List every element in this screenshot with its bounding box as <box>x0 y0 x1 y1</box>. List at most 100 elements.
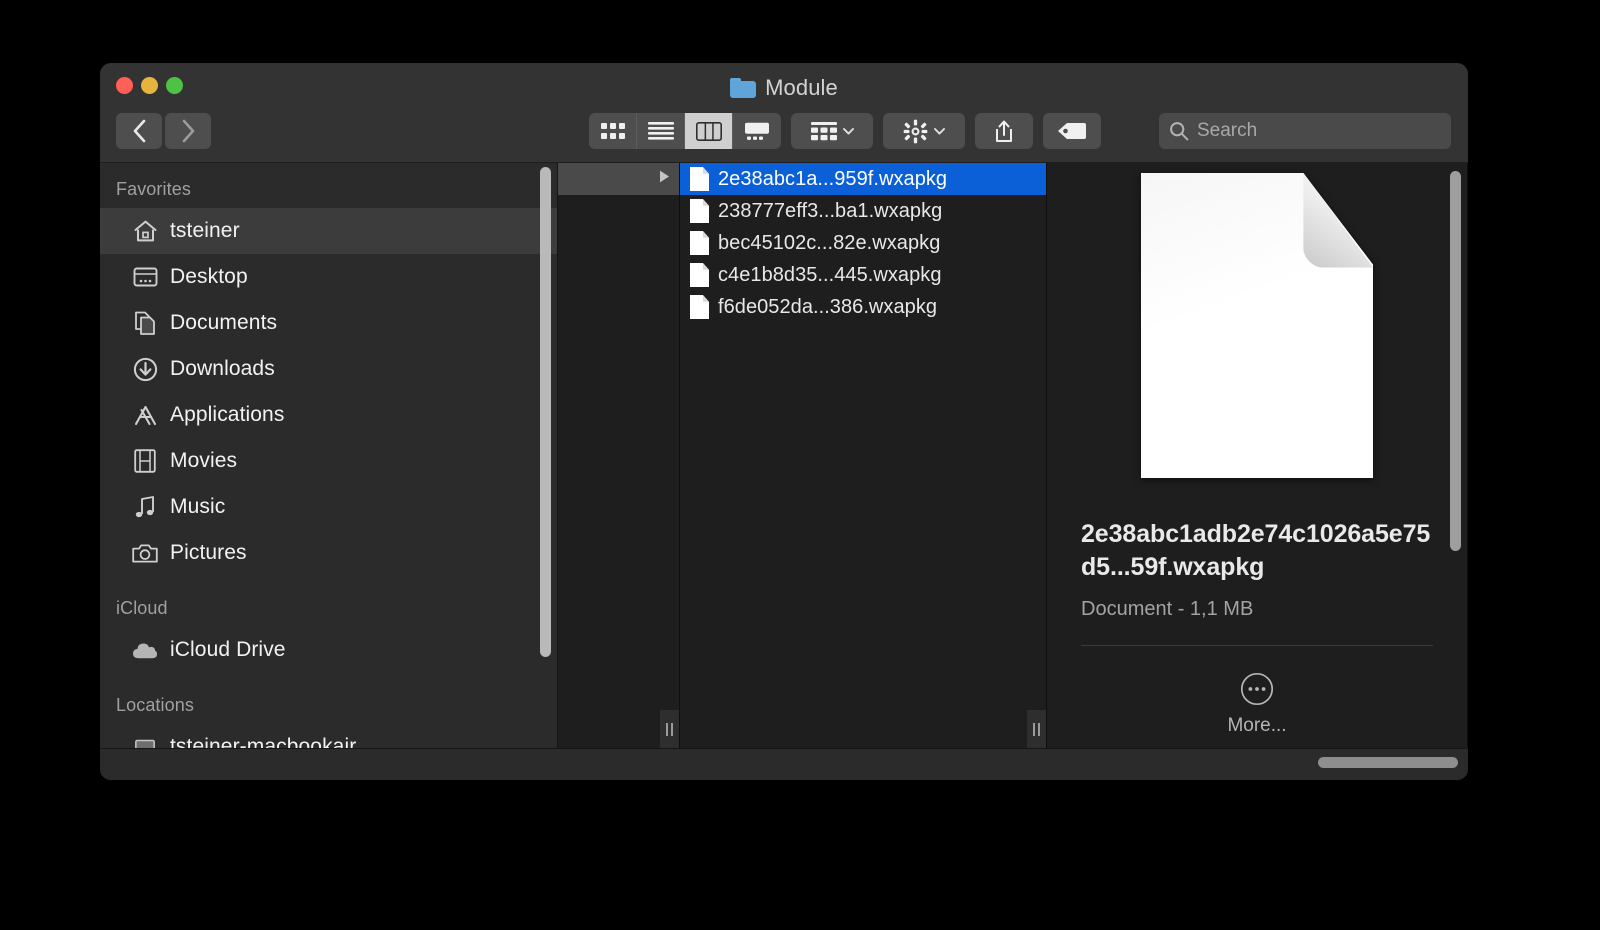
chevron-down-icon <box>934 128 945 135</box>
sidebar: Favorites tsteiner <box>100 163 558 748</box>
close-button[interactable] <box>116 77 133 94</box>
sidebar-item-label: Movies <box>170 449 237 473</box>
sidebar-item-label: Desktop <box>170 265 248 289</box>
column-resize-handle[interactable] <box>660 710 679 748</box>
preview-icon-container <box>1081 163 1433 478</box>
document-icon <box>690 231 709 255</box>
sidebar-item-documents[interactable]: Documents <box>100 300 557 346</box>
bottom-bar <box>100 748 1468 780</box>
parent-column-row[interactable] <box>558 163 679 195</box>
document-icon <box>690 167 709 191</box>
horizontal-scrollbar[interactable] <box>1318 757 1458 768</box>
downloads-icon <box>132 356 158 382</box>
sidebar-item-label: Downloads <box>170 357 275 381</box>
window-body: Favorites tsteiner <box>100 163 1468 748</box>
toolbar-center-group: Search <box>589 113 1451 149</box>
file-row[interactable]: 238777eff3...ba1.wxapkg <box>680 195 1046 227</box>
file-column: 2e38abc1a...959f.wxapkg 238777eff3...ba1… <box>680 163 1047 748</box>
tags-button[interactable] <box>1043 113 1101 149</box>
file-name: 238777eff3...ba1.wxapkg <box>718 200 942 223</box>
page-title: Module <box>765 75 838 101</box>
column-view-button[interactable] <box>685 113 733 149</box>
tag-icon <box>1058 122 1086 140</box>
columns-icon <box>696 122 722 141</box>
sidebar-item-icloud-drive[interactable]: iCloud Drive <box>100 627 557 673</box>
sidebar-item-label: Music <box>170 495 225 519</box>
document-icon <box>690 295 709 319</box>
sidebar-item-tsteiner[interactable]: tsteiner <box>100 208 557 254</box>
sidebar-spacer <box>100 576 557 592</box>
music-icon <box>132 494 158 520</box>
group-by-button[interactable] <box>791 113 873 149</box>
action-menu-button[interactable] <box>883 113 965 149</box>
desktop-icon <box>132 264 158 290</box>
forward-button[interactable] <box>165 113 211 149</box>
more-label: More... <box>1227 715 1286 737</box>
file-name: 2e38abc1a...959f.wxapkg <box>718 168 947 191</box>
sidebar-item-tsteiner-macbookair[interactable]: tsteiner-macbookair <box>100 724 557 748</box>
chevron-down-icon <box>843 128 854 135</box>
sidebar-item-pictures[interactable]: Pictures <box>100 530 557 576</box>
preview-scrollbar[interactable] <box>1450 171 1461 551</box>
preview-divider <box>1081 645 1433 646</box>
document-icon <box>690 263 709 287</box>
icon-view-button[interactable] <box>589 113 637 149</box>
document-icon-large <box>1141 173 1373 478</box>
share-button[interactable] <box>975 113 1033 149</box>
more-button[interactable]: More... <box>1081 672 1433 737</box>
sidebar-item-label: tsteiner <box>170 219 240 243</box>
gallery-view-button[interactable] <box>733 113 781 149</box>
sidebar-item-label: Applications <box>170 403 284 427</box>
maximize-button[interactable] <box>166 77 183 94</box>
ellipsis-circle-icon <box>1240 672 1274 706</box>
back-button[interactable] <box>116 113 162 149</box>
search-icon <box>1169 121 1189 141</box>
cloud-icon <box>132 637 158 663</box>
traffic-lights <box>116 77 183 94</box>
documents-icon <box>132 310 158 336</box>
chevron-right-icon <box>181 119 196 143</box>
sidebar-item-label: Pictures <box>170 541 247 565</box>
sidebar-item-downloads[interactable]: Downloads <box>100 346 557 392</box>
gear-icon <box>903 119 928 144</box>
chevron-left-icon <box>132 119 147 143</box>
share-icon <box>993 119 1015 144</box>
file-row[interactable]: bec45102c...82e.wxapkg <box>680 227 1046 259</box>
applications-icon <box>132 402 158 428</box>
sidebar-section-icloud: iCloud <box>100 592 557 627</box>
preview-filename: 2e38abc1adb2e74c1026a5e75d5...59f.wxapkg <box>1081 518 1433 584</box>
sidebar-scrollbar[interactable] <box>540 167 551 657</box>
folder-icon <box>730 78 756 98</box>
preview-metadata: Document - 1,1 MB <box>1081 598 1433 621</box>
home-icon <box>132 218 158 244</box>
sidebar-item-applications[interactable]: Applications <box>100 392 557 438</box>
file-row[interactable]: c4e1b8d35...445.wxapkg <box>680 259 1046 291</box>
file-row[interactable]: f6de052da...386.wxapkg <box>680 291 1046 323</box>
group-by-icon <box>811 122 837 141</box>
sidebar-spacer <box>100 673 557 689</box>
file-name: bec45102c...82e.wxapkg <box>718 232 940 255</box>
file-row[interactable]: 2e38abc1a...959f.wxapkg <box>680 163 1046 195</box>
sidebar-item-music[interactable]: Music <box>100 484 557 530</box>
movies-icon <box>132 448 158 474</box>
sidebar-item-desktop[interactable]: Desktop <box>100 254 557 300</box>
search-placeholder: Search <box>1197 120 1257 142</box>
pictures-icon <box>132 540 158 566</box>
sidebar-item-label: tsteiner-macbookair <box>170 735 356 748</box>
sidebar-item-movies[interactable]: Movies <box>100 438 557 484</box>
list-lines-icon <box>648 122 674 140</box>
column-resize-handle[interactable] <box>1027 710 1046 748</box>
disclosure-triangle-icon[interactable] <box>658 169 671 189</box>
titlebar: Module <box>100 63 1468 163</box>
minimize-button[interactable] <box>141 77 158 94</box>
laptop-icon <box>132 734 158 748</box>
parent-column <box>558 163 680 748</box>
search-input[interactable]: Search <box>1159 113 1451 149</box>
list-view-button[interactable] <box>637 113 685 149</box>
view-mode-segmented-control <box>589 113 781 149</box>
file-name: f6de052da...386.wxapkg <box>718 296 937 319</box>
gallery-icon <box>744 122 770 141</box>
sidebar-item-label: Documents <box>170 311 277 335</box>
finder-window: Module <box>100 63 1468 780</box>
window-title: Module <box>100 75 1468 101</box>
